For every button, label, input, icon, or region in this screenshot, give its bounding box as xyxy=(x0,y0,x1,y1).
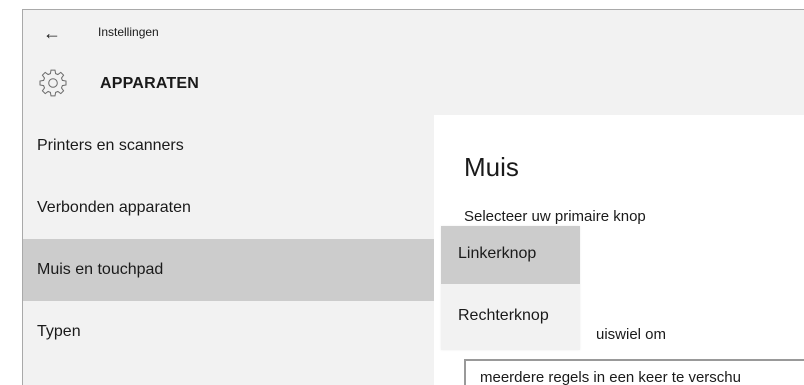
dropdown-option-linkerknop[interactable]: Linkerknop xyxy=(441,226,580,284)
settings-window: ← Instellingen APPARATEN Printers en sca… xyxy=(22,9,804,385)
dropdown-option-label: Rechterknop xyxy=(458,307,549,324)
section-title: Muis xyxy=(464,152,519,182)
dropdown-option-label: Linkerknop xyxy=(458,245,537,262)
sidebar-item-muis-en-touchpad[interactable]: Muis en touchpad xyxy=(23,239,434,301)
back-arrow-icon[interactable]: ← xyxy=(41,22,63,44)
scroll-wheel-label: uiswiel om xyxy=(596,326,667,343)
dropdown-option-rechterknop[interactable]: Rechterknop xyxy=(441,292,580,350)
app-title: Instellingen xyxy=(98,25,159,39)
scroll-lines-value: meerdere regels in een keer te verschu xyxy=(480,369,741,385)
sidebar-item-label: Verbonden apparaten xyxy=(37,199,191,216)
sidebar: Printers en scanners Verbonden apparaten… xyxy=(23,115,434,385)
sidebar-item-label: Typen xyxy=(37,323,81,340)
sidebar-item-typen[interactable]: Typen xyxy=(23,301,434,363)
sidebar-item-verbonden-apparaten[interactable]: Verbonden apparaten xyxy=(23,177,434,239)
page-heading: APPARATEN xyxy=(23,68,804,108)
header: ← Instellingen APPARATEN xyxy=(23,10,804,115)
sidebar-item-label: Printers en scanners xyxy=(37,137,184,154)
primary-button-label: Selecteer uw primaire knop xyxy=(464,208,646,225)
scroll-lines-dropdown[interactable]: meerdere regels in een keer te verschu xyxy=(464,359,804,385)
page-title: APPARATEN xyxy=(100,75,199,92)
title-bar: ← Instellingen xyxy=(23,10,804,54)
primary-button-dropdown-list: Linkerknop Rechterknop xyxy=(441,226,580,350)
sidebar-item-printers-en-scanners[interactable]: Printers en scanners xyxy=(23,115,434,177)
sidebar-item-label: Muis en touchpad xyxy=(37,261,164,278)
gear-icon xyxy=(39,69,67,97)
